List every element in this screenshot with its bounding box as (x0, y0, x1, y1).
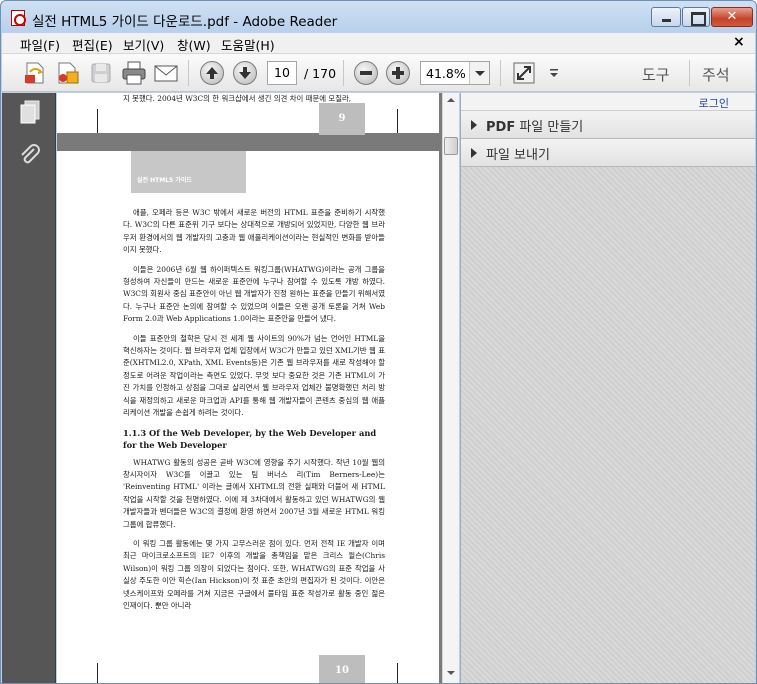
crop-mark (97, 109, 98, 133)
menu-view[interactable]: 보기(V) (123, 35, 164, 54)
close-window-button[interactable]: ✕ (711, 7, 753, 27)
paragraph: 이들은 2006년 6월 웹 하이퍼텍스트 워킹그룹(WHATWG)이라는 공개… (123, 264, 385, 324)
scrollbar-thumb[interactable] (444, 137, 458, 155)
zoom-in-button[interactable] (386, 61, 410, 85)
adobe-reader-icon (11, 10, 26, 26)
section-heading: 1.1.3 Of the Web Developer, by the Web D… (123, 427, 377, 450)
menu-edit[interactable]: 편집(E) (72, 35, 113, 54)
minus-icon (360, 71, 372, 75)
paragraph: 이 워킹 그룹 활동에는 몇 가지 고무스러운 점이 있다. 먼저 전적 IE … (123, 538, 385, 610)
toolbar: 10 / 170 41.8% 도구 주석 (2, 54, 755, 92)
tools-pane-button[interactable]: 도구 (642, 64, 670, 85)
pdf-page-9: 지 못했다. 2004년 W3C의 한 워크샵에서 생긴 의견 차이 때문에 모… (57, 93, 439, 135)
page-number-input[interactable]: 10 (267, 61, 297, 85)
plus-icon (392, 67, 404, 79)
menu-file[interactable]: 파일(F) (20, 35, 60, 54)
window-title: 실전 HTML5 가이드 다운로드.pdf - Adobe Reader (32, 14, 338, 30)
close-icon: ✕ (726, 9, 738, 24)
zoom-value: 41.8% (426, 66, 466, 81)
vertical-scrollbar[interactable] (442, 93, 459, 683)
create-pdf-icon[interactable] (22, 60, 48, 86)
attachments-paperclip-icon[interactable] (18, 143, 42, 169)
title-bar[interactable]: 실전 HTML5 가이드 다운로드.pdf - Adobe Reader ✕ (1, 1, 756, 33)
page-number-label: 9 (319, 103, 365, 135)
navigation-pane (2, 93, 56, 683)
scroll-up-icon[interactable] (443, 93, 459, 109)
toolbar-separator (188, 60, 189, 86)
combine-files-icon[interactable] (55, 60, 81, 86)
zoom-out-button[interactable] (354, 61, 378, 85)
fit-page-icon[interactable] (511, 60, 537, 86)
expand-arrow-icon (471, 148, 477, 158)
minimize-button[interactable] (651, 7, 681, 27)
page-number-label: 10 (319, 655, 365, 683)
panel-label: 파일 보내기 (486, 148, 550, 163)
panel-label: PDF 파일 만들기 (486, 120, 584, 135)
page-body: 애플, 오페라 등은 W3C 밖에서 새로운 버전의 HTML 표준을 준비하기… (123, 207, 385, 619)
next-page-button[interactable] (233, 61, 257, 85)
toolbar-separator (500, 60, 501, 86)
toolbar-options-chevron-icon[interactable] (542, 60, 568, 86)
toolbar-separator (689, 60, 690, 86)
expand-arrow-icon (471, 120, 477, 130)
crop-mark (97, 663, 98, 683)
maximize-button[interactable] (682, 7, 710, 27)
previous-page-button[interactable] (200, 61, 224, 85)
menu-window[interactable]: 창(W) (177, 35, 211, 54)
book-header-box: 실전 HTML5 가이드 (131, 151, 246, 193)
email-icon[interactable] (153, 60, 179, 86)
menu-bar: 파일(F) 편집(E) 보기(V) 창(W) 도움말(H) × (2, 33, 755, 54)
crop-mark (397, 663, 398, 683)
send-file-panel[interactable]: 파일 보내기 (461, 139, 755, 167)
comment-pane-button[interactable]: 주석 (702, 64, 730, 85)
login-bar: 로그인 (461, 93, 755, 111)
pdf-page-10: 실전 HTML5 가이드 애플, 오페라 등은 W3C 밖에서 새로운 버전의 … (57, 151, 439, 683)
arrow-up-icon (206, 67, 218, 79)
print-icon[interactable] (121, 60, 147, 86)
book-header-text: 실전 HTML5 가이드 (137, 177, 192, 184)
arrow-down-icon (239, 67, 251, 79)
login-link[interactable]: 로그인 (699, 95, 729, 111)
paragraph: 이들 표준안의 철학은 당시 전 세계 웹 사이트의 90%가 넘는 언어인 H… (123, 333, 385, 418)
scroll-down-icon[interactable] (443, 665, 459, 681)
crop-mark (397, 109, 398, 133)
toolbar-separator (343, 60, 344, 86)
chevron-down-icon[interactable] (469, 62, 489, 84)
task-pane: 로그인 PDF 파일 만들기 파일 보내기 (460, 93, 755, 683)
menu-help[interactable]: 도움말(H) (221, 35, 275, 54)
page-total: / 170 (304, 66, 337, 81)
paragraph: 애플, 오페라 등은 W3C 밖에서 새로운 버전의 HTML 표준을 준비하기… (123, 208, 385, 255)
paragraph: WHATWG 활동의 성공은 곧바 W3C에 영향을 주기 시작했다. 작년 1… (123, 457, 385, 529)
zoom-select[interactable]: 41.8% (420, 61, 490, 85)
document-view[interactable]: 지 못했다. 2004년 W3C의 한 워크샵에서 생긴 의견 차이 때문에 모… (57, 93, 442, 683)
create-pdf-panel[interactable]: PDF 파일 만들기 (461, 111, 755, 139)
app-window: 실전 HTML5 가이드 다운로드.pdf - Adobe Reader ✕ 파… (0, 0, 757, 684)
save-icon[interactable] (88, 60, 114, 86)
close-document-icon[interactable]: × (733, 34, 745, 50)
page-thumbnails-icon[interactable] (18, 99, 42, 125)
